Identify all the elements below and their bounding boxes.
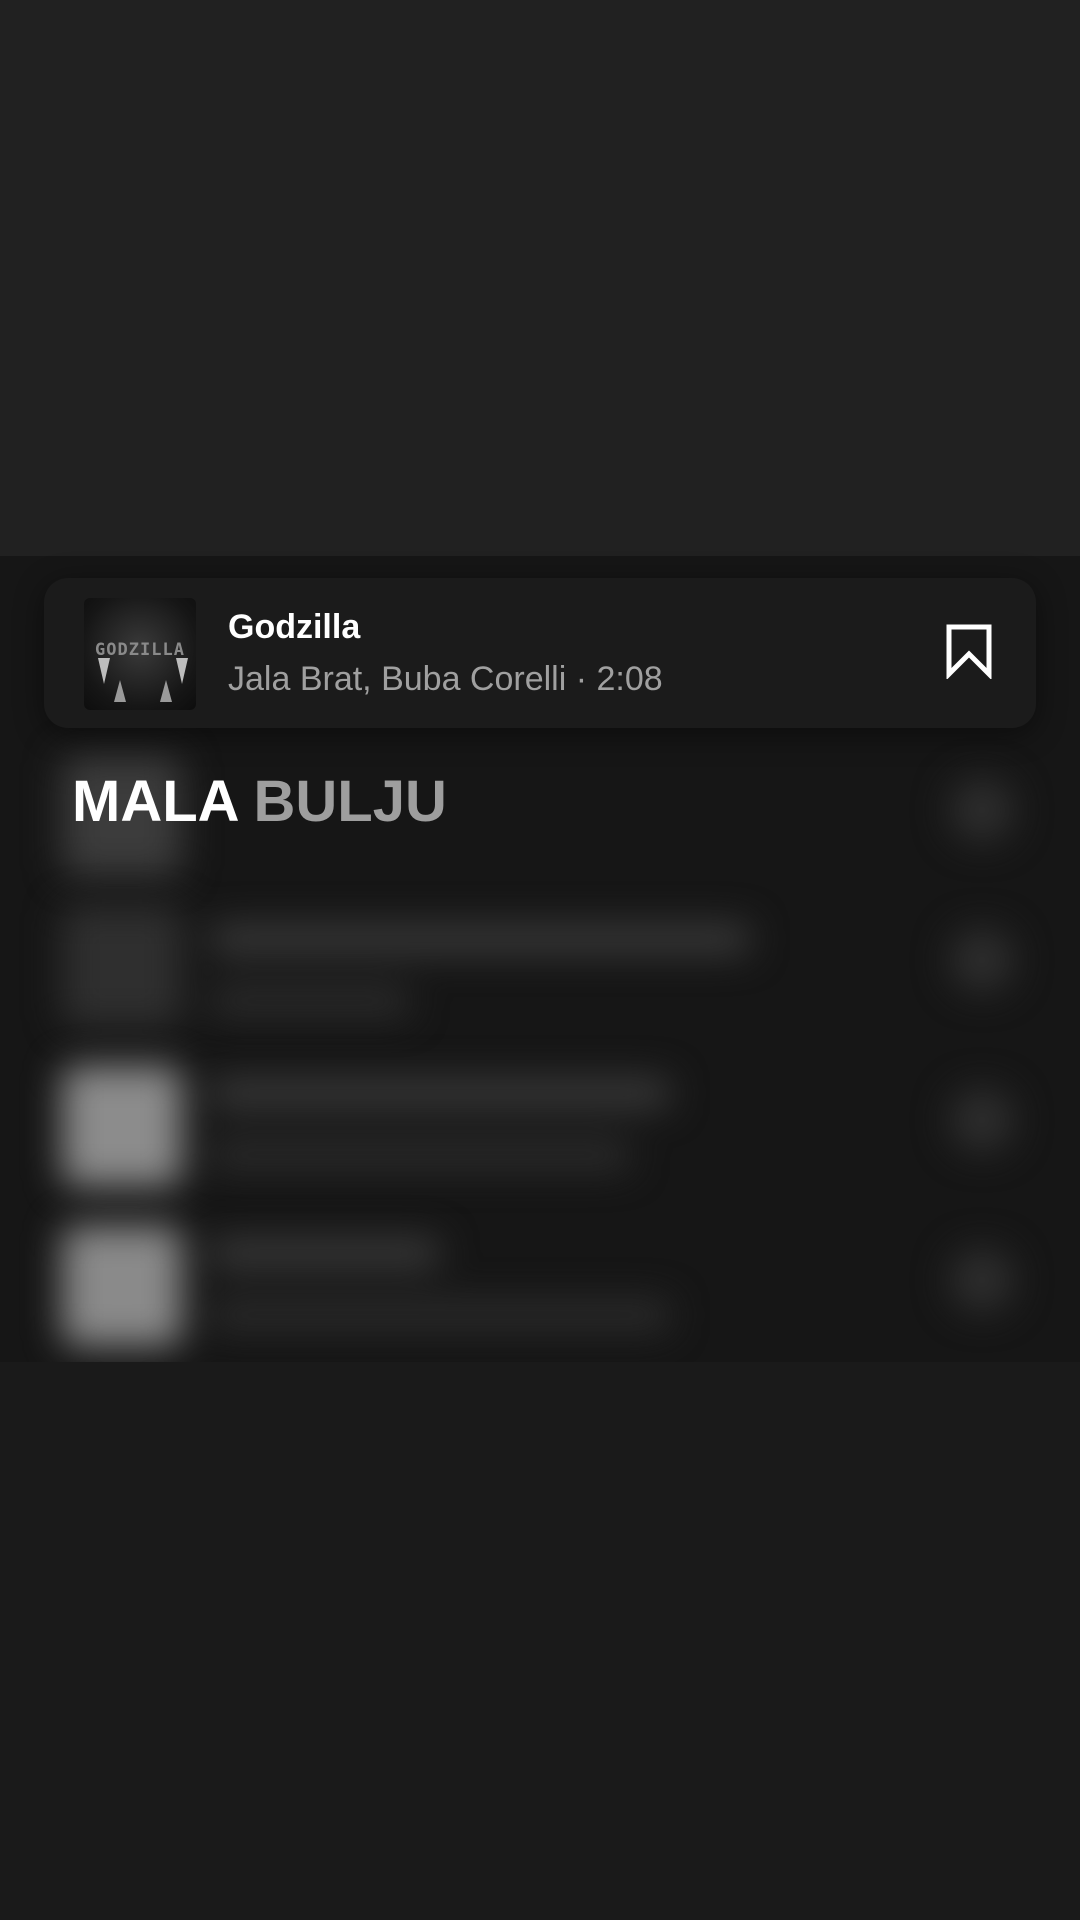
blurred-thumbnail	[62, 906, 182, 1026]
section-heading-primary: MALA	[72, 769, 238, 834]
track-preview-card[interactable]: GODZILLA Godzilla Jala Brat, Buba Corell…	[44, 578, 1036, 728]
blurred-subtitle-line	[210, 1300, 670, 1330]
blurred-subtitle-line	[210, 986, 410, 1016]
section-heading-secondary: BULJU	[253, 769, 447, 834]
blurred-more-icon	[950, 1088, 1014, 1152]
album-cover: GODZILLA	[84, 598, 196, 710]
blurred-subtitle-line	[210, 1140, 630, 1170]
album-cover-title: GODZILLA	[95, 640, 185, 660]
blurred-title-line	[210, 1238, 440, 1268]
section-heading: MALA BULJU	[72, 768, 447, 835]
cover-fang-left	[98, 658, 110, 684]
blurred-more-icon	[950, 1248, 1014, 1312]
blurred-title-line	[210, 1078, 670, 1108]
blurred-more-icon	[950, 778, 1014, 842]
dimmed-backdrop-bottom	[0, 1362, 1080, 1920]
blurred-list-item	[0, 1056, 1080, 1216]
cover-fang-lower-right	[160, 680, 172, 702]
save-button[interactable]	[924, 606, 1014, 696]
bookmark-icon	[946, 624, 992, 679]
blurred-title-line	[210, 924, 750, 954]
cover-fang-right	[176, 658, 188, 684]
blurred-thumbnail	[62, 1226, 182, 1346]
cover-fang-lower-left	[114, 680, 126, 702]
blurred-list-item	[0, 1216, 1080, 1362]
track-artists-duration: Jala Brat, Buba Corelli · 2:08	[228, 660, 663, 698]
dimmed-backdrop-top	[0, 0, 1080, 556]
blurred-more-icon	[950, 928, 1014, 992]
blurred-thumbnail	[62, 1066, 182, 1186]
blurred-list-item	[0, 896, 1080, 1056]
track-title: Godzilla	[228, 608, 361, 646]
